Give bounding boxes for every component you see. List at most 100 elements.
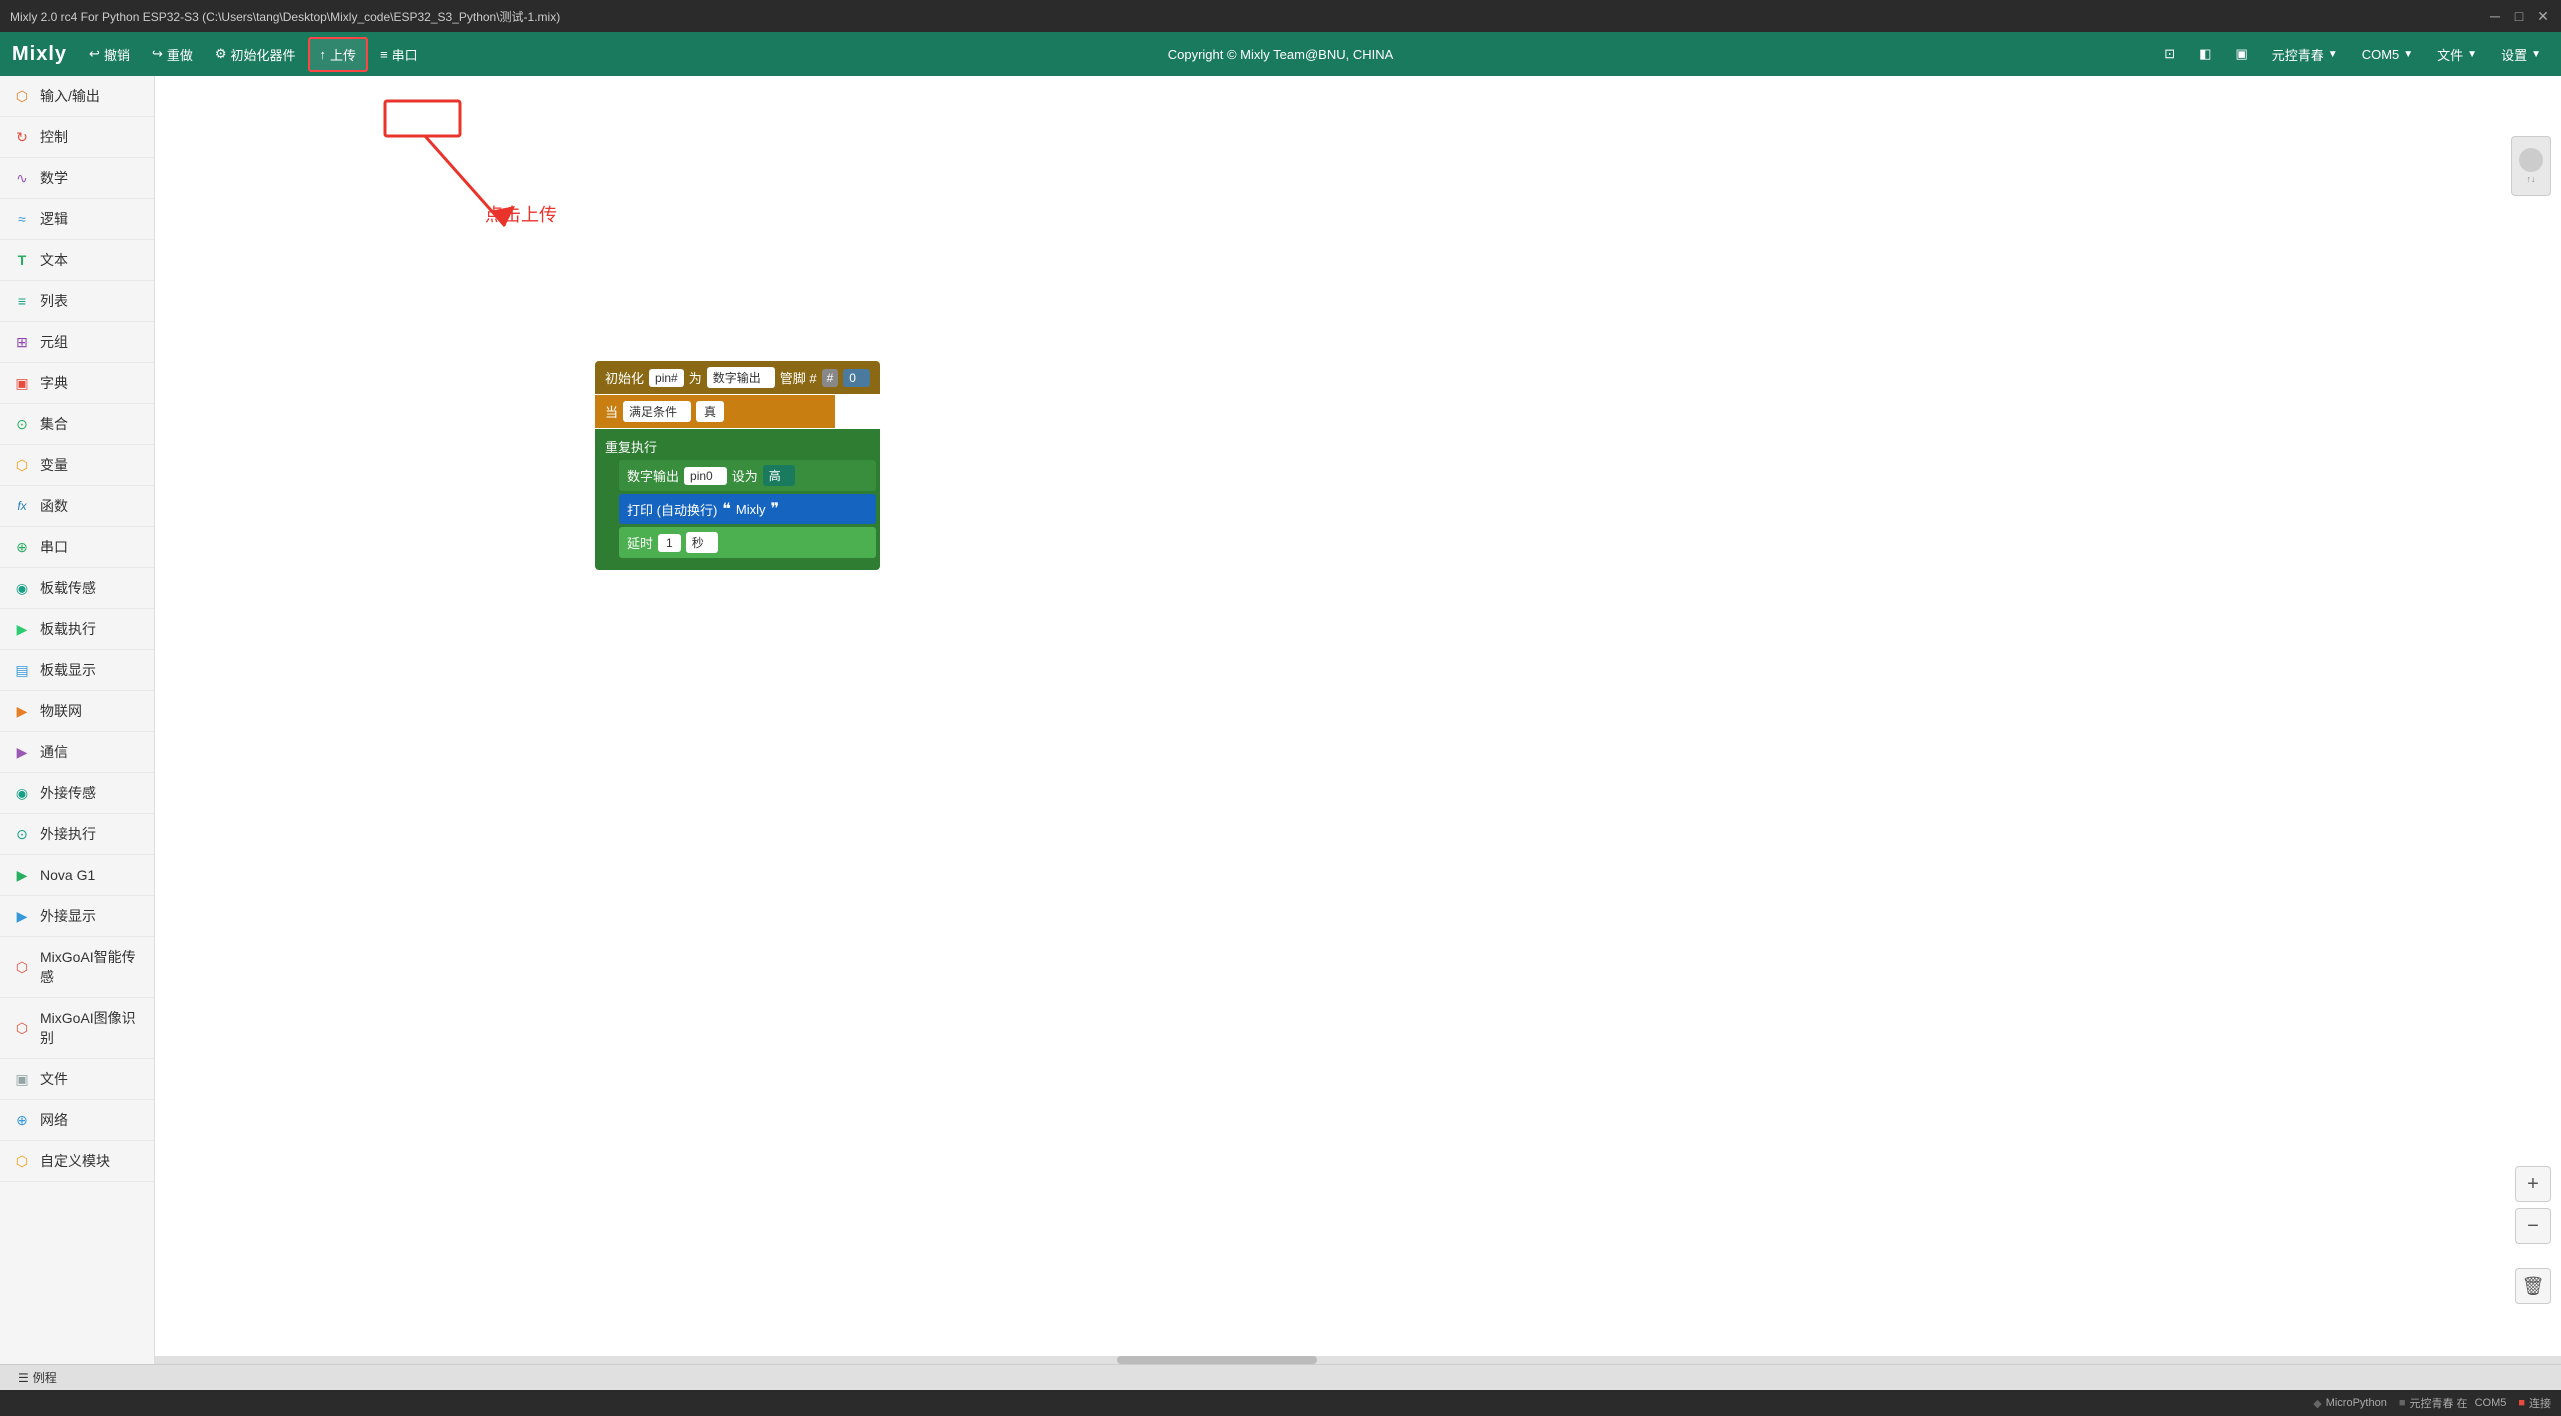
sidebar-item-logic[interactable]: ≈ 逻辑 xyxy=(0,199,154,240)
status-right: ◆ MicroPython ■ 元控青春 在 COM5 ■ 连接 xyxy=(2313,1395,2551,1411)
ext-exec-label: 外接执行 xyxy=(40,824,96,844)
when-block[interactable]: 当 满足条件 真 xyxy=(595,395,835,428)
horizontal-scrollbar[interactable] xyxy=(155,1356,2561,1364)
scroll-arrows: ↑↓ xyxy=(2527,174,2536,184)
pin-num-label: 管脚 # xyxy=(780,368,817,387)
init-label: 初始化 xyxy=(605,368,644,387)
sidebar-item-ext-display[interactable]: ▶ 外接显示 xyxy=(0,896,154,937)
sidebar-item-file[interactable]: ▣ 文件 xyxy=(0,1059,154,1100)
pin-num-dropdown[interactable]: 0 xyxy=(843,369,870,387)
ext-display-icon: ▶ xyxy=(12,906,32,926)
dict-label: 字典 xyxy=(40,373,68,393)
board-sensor-label: 板载传感 xyxy=(40,578,96,598)
upload-button[interactable]: ↑ 上传 xyxy=(308,37,369,72)
view-icon3-button[interactable]: ▣ xyxy=(2227,42,2255,66)
sidebar-item-board-sensor[interactable]: ◉ 板载传感 xyxy=(0,568,154,609)
delay-block[interactable]: 延时 1 秒 xyxy=(619,527,876,558)
sidebar-item-ai-sensor[interactable]: ⬡ MixGoAI智能传感 xyxy=(0,937,154,998)
sidebar-item-math[interactable]: ∿ 数学 xyxy=(0,158,154,199)
type-dropdown[interactable]: 数字输出 xyxy=(707,367,775,388)
sidebar-item-custom[interactable]: ⬡ 自定义模块 xyxy=(0,1141,154,1182)
sidebar-item-var[interactable]: ⬡ 变量 xyxy=(0,445,154,486)
sidebar-item-nova[interactable]: ▶ Nova G1 xyxy=(0,855,154,896)
set-label: 设为 xyxy=(732,466,758,485)
zoom-in-button[interactable]: + xyxy=(2515,1166,2551,1202)
custom-icon: ⬡ xyxy=(12,1151,32,1171)
com-select-button[interactable]: COM5 ▼ xyxy=(2354,43,2421,66)
print-block[interactable]: 打印 (自动换行) ❝ Mixly ❞ xyxy=(619,494,876,524)
maximize-button[interactable]: □ xyxy=(2511,8,2527,24)
io-icon: ⬡ xyxy=(12,86,32,106)
com-icon: ▶ xyxy=(12,742,32,762)
tuple-label: 元组 xyxy=(40,332,68,352)
micropython-status: ◆ MicroPython xyxy=(2313,1397,2387,1410)
sidebar-item-board-exec[interactable]: ▶ 板载执行 xyxy=(0,609,154,650)
redo-button[interactable]: ↪ 重做 xyxy=(142,39,203,70)
sidebar-item-tuple[interactable]: ⊞ 元组 xyxy=(0,322,154,363)
condition-dropdown[interactable]: 满足条件 xyxy=(623,401,691,422)
delay-unit-dropdown[interactable]: 秒 xyxy=(686,532,718,553)
view-icon1: ⊡ xyxy=(2164,46,2175,62)
minimize-button[interactable]: ─ xyxy=(2487,8,2503,24)
pin-label: pin# xyxy=(649,369,684,387)
user-menu-button[interactable]: 元控青春 ▼ xyxy=(2264,41,2346,68)
sidebar-item-list[interactable]: ≡ 列表 xyxy=(0,281,154,322)
sidebar-item-io[interactable]: ⬡ 输入/输出 xyxy=(0,76,154,117)
close-button[interactable]: ✕ xyxy=(2535,8,2551,24)
value-dropdown[interactable]: 高 xyxy=(763,465,795,486)
block-program[interactable]: 初始化 pin# 为 数字输出 管脚 # # 0 当 满足条件 真 xyxy=(595,361,880,570)
set-label: 集合 xyxy=(40,414,68,434)
sidebar-item-com[interactable]: ▶ 通信 xyxy=(0,732,154,773)
sidebar-item-network[interactable]: ⊕ 网络 xyxy=(0,1100,154,1141)
sidebar-item-ai-image[interactable]: ⬡ MixGoAI图像识别 xyxy=(0,998,154,1059)
upload-icon: ↑ xyxy=(320,47,327,62)
math-label: 数学 xyxy=(40,168,68,188)
sidebar-item-ext-exec[interactable]: ⊙ 外接执行 xyxy=(0,814,154,855)
view-icon1-button[interactable]: ⊡ xyxy=(2156,42,2183,66)
undo-button[interactable]: ↩ 撤销 xyxy=(79,39,140,70)
io-label: 输入/输出 xyxy=(40,86,100,106)
zoom-out-button[interactable]: − xyxy=(2515,1208,2551,1244)
sidebar-item-serial[interactable]: ⊕ 串口 xyxy=(0,527,154,568)
board-display-icon: ▤ xyxy=(12,660,32,680)
com-label: COM5 xyxy=(2362,47,2400,62)
network-icon: ⊕ xyxy=(12,1110,32,1130)
nova-icon: ▶ xyxy=(12,865,32,885)
scroll-thumb[interactable] xyxy=(1117,1356,1317,1364)
digital-output-block[interactable]: 数字输出 pin0 设为 高 xyxy=(619,460,876,491)
control-label: 控制 xyxy=(40,127,68,147)
workspace[interactable]: 点击上传 初始化 pin# 为 数字输出 管脚 # # 0 当 xyxy=(155,76,2561,1364)
view-icon2-button[interactable]: ◧ xyxy=(2191,42,2219,66)
sidebar-item-dict[interactable]: ▣ 字典 xyxy=(0,363,154,404)
title-bar: Mixly 2.0 rc4 For Python ESP32-S3 (C:\Us… xyxy=(0,0,2561,32)
sidebar-item-text[interactable]: T 文本 xyxy=(0,240,154,281)
pin-select-dropdown[interactable]: pin0 xyxy=(684,467,727,485)
trash-button[interactable]: 🗑 xyxy=(2515,1268,2551,1304)
app-logo: Mixly xyxy=(12,43,67,66)
sidebar: ⬡ 输入/输出 ↻ 控制 ∿ 数学 ≈ 逻辑 T 文本 ≡ 列表 ⊞ 元组 ▣ xyxy=(0,76,155,1364)
sidebar-item-board-display[interactable]: ▤ 板载显示 xyxy=(0,650,154,691)
repeat-container: 重复执行 数字输出 pin0 设为 高 打印 (自动换行) ❝ Mixly xyxy=(595,429,880,570)
serial-button[interactable]: ≡ 串口 xyxy=(370,39,428,70)
sidebar-item-func[interactable]: fx 函数 xyxy=(0,486,154,527)
text-label: 文本 xyxy=(40,250,68,270)
init-icon: ⚙ xyxy=(215,46,227,62)
sidebar-item-ext-sensor[interactable]: ◉ 外接传感 xyxy=(0,773,154,814)
file-menu-button[interactable]: 文件 ▼ xyxy=(2429,41,2485,68)
zoom-controls: + − xyxy=(2515,1166,2551,1244)
nova-label: Nova G1 xyxy=(40,867,95,883)
var-label: 变量 xyxy=(40,455,68,475)
digital-output-label: 数字输出 xyxy=(627,466,679,485)
sidebar-item-set[interactable]: ⊙ 集合 xyxy=(0,404,154,445)
annotation-text: 点击上传 xyxy=(485,201,557,227)
sidebar-item-iot[interactable]: ▶ 物联网 xyxy=(0,691,154,732)
sidebar-item-control[interactable]: ↻ 控制 xyxy=(0,117,154,158)
init-button[interactable]: ⚙ 初始化器件 xyxy=(205,39,306,70)
settings-menu-button[interactable]: 设置 ▼ xyxy=(2493,41,2549,68)
undo-icon: ↩ xyxy=(89,46,100,62)
init-block[interactable]: 初始化 pin# 为 数字输出 管脚 # # 0 xyxy=(595,361,880,394)
user-status: ■ 元控青春 在 COM5 xyxy=(2399,1395,2507,1411)
example-tab[interactable]: ☰ 例程 xyxy=(8,1366,67,1389)
delay-label: 延时 xyxy=(627,533,653,552)
repeat-label: 重复执行 xyxy=(599,433,876,460)
